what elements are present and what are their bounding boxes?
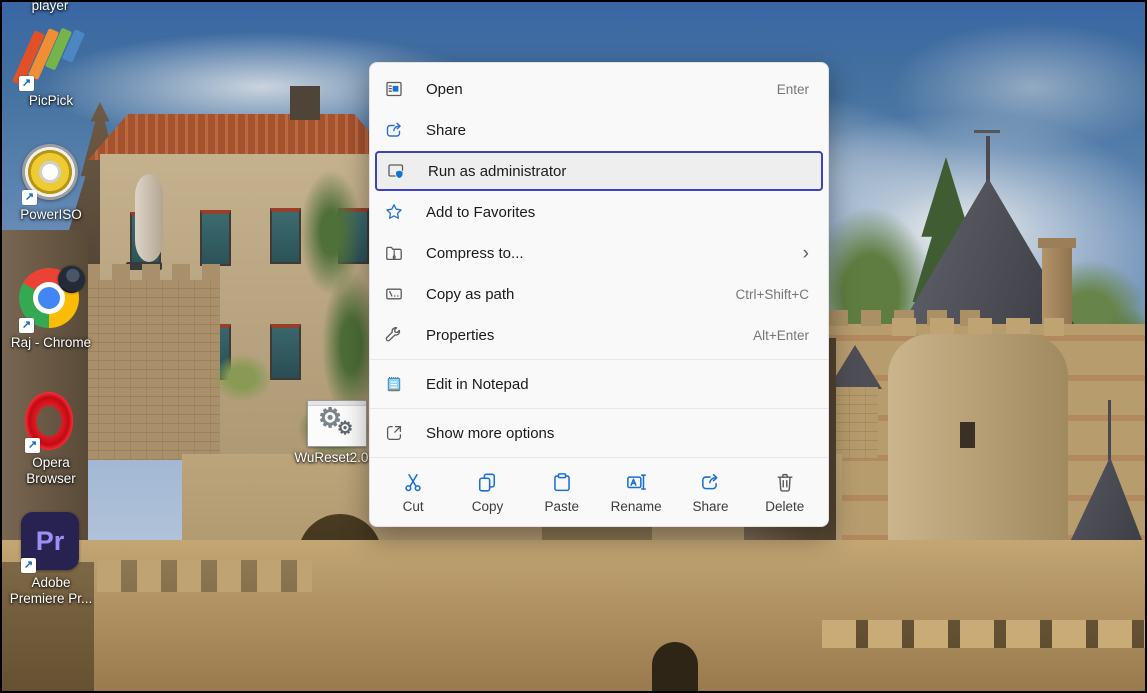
menu-separator: [370, 457, 828, 458]
desktop-icon-label: PicPick: [8, 93, 94, 109]
menu-separator: [370, 359, 828, 360]
quick-action-label: Share: [692, 499, 728, 514]
desktop-icon-label: Opera Browser: [8, 455, 94, 488]
menu-item-label: Copy as path: [426, 286, 514, 303]
premiere-icon: Pr ↗: [21, 512, 81, 572]
quick-action-label: Delete: [765, 499, 804, 514]
shortcut-arrow-icon: ↗: [19, 76, 34, 91]
menu-item-label: Edit in Notepad: [426, 376, 529, 393]
wallpaper-bartizan: [135, 174, 163, 262]
share-icon: [699, 471, 721, 493]
rename-button[interactable]: Rename: [599, 471, 673, 514]
premiere-glyph: Pr: [36, 526, 65, 557]
menu-item-copy-as-path[interactable]: Copy as path Ctrl+Shift+C: [375, 274, 823, 314]
wallpaper-rampart: [82, 280, 220, 460]
menu-item-run-as-administrator[interactable]: Run as administrator: [375, 151, 823, 191]
share-button[interactable]: Share: [673, 471, 747, 514]
wallpaper-chimney-cap: [1038, 238, 1076, 248]
copy-button[interactable]: Copy: [450, 471, 524, 514]
chrome-icon: ↗: [19, 268, 83, 332]
context-menu: Open Enter Share Run as administra: [369, 62, 829, 527]
copy-as-path-icon: [384, 284, 404, 304]
menu-item-edit-in-notepad[interactable]: Edit in Notepad: [375, 364, 823, 404]
menu-item-shortcut: Enter: [777, 82, 809, 97]
cut-icon: [402, 471, 424, 493]
desktop-icon-label: player: [10, 0, 90, 14]
wallpaper-tower-spire: [1108, 400, 1111, 460]
desktop-icon-chrome[interactable]: ↗ Raj - Chrome: [5, 268, 97, 351]
desktop-icon-player-partial[interactable]: player: [10, 0, 90, 14]
shortcut-arrow-icon: ↗: [22, 190, 37, 205]
menu-item-label: Share: [426, 122, 466, 139]
wallpaper-doorway: [652, 642, 698, 693]
shortcut-arrow-icon: ↗: [25, 438, 40, 453]
menu-item-label: Run as administrator: [428, 163, 566, 180]
desktop-icon-opera[interactable]: ↗ Opera Browser: [8, 392, 94, 488]
paste-button[interactable]: Paste: [525, 471, 599, 514]
gear-icon: ⚙: [337, 418, 353, 439]
menu-item-share[interactable]: Share: [375, 110, 823, 150]
desktop-icon-poweriso[interactable]: ↗ PowerISO: [8, 144, 94, 223]
menu-item-add-to-favorites[interactable]: Add to Favorites: [375, 192, 823, 232]
wallpaper-arrow-slit: [960, 422, 975, 448]
wallpaper-turret: [833, 387, 878, 459]
wallpaper-window: [200, 210, 231, 266]
menu-item-open[interactable]: Open Enter: [375, 69, 823, 109]
poweriso-icon: ↗: [22, 144, 80, 204]
desktop-icon-picpick[interactable]: ↗ PicPick: [8, 28, 94, 109]
wallpaper-window: [270, 208, 301, 264]
menu-item-label: Open: [426, 81, 463, 98]
desktop-icon-label: Adobe Premiere Pr...: [8, 575, 94, 608]
menu-item-label: Properties: [426, 327, 494, 344]
desktop: player ↗ PicPick ↗ PowerISO ↗ Raj - Chro…: [0, 0, 1147, 693]
delete-trash-icon: [774, 471, 796, 493]
submenu-chevron-icon: ›: [803, 244, 809, 263]
wallpaper-bottom-teeth: [822, 620, 1147, 648]
show-more-options-icon: [384, 423, 404, 443]
batch-file-icon: ⚙ ⚙: [307, 400, 367, 447]
wallpaper-mansion-chimney: [290, 86, 320, 120]
shortcut-arrow-icon: ↗: [21, 558, 36, 573]
delete-button[interactable]: Delete: [748, 471, 822, 514]
menu-item-properties[interactable]: Properties Alt+Enter: [375, 315, 823, 355]
quick-action-label: Cut: [403, 499, 424, 514]
opera-icon: ↗: [25, 392, 77, 452]
menu-item-shortcut: Alt+Enter: [753, 328, 809, 343]
copy-icon: [476, 471, 498, 493]
paste-icon: [551, 471, 573, 493]
star-icon: [384, 202, 404, 222]
wallpaper-tower-spire: [986, 136, 990, 182]
rename-icon: [625, 471, 647, 493]
wallpaper-rampart-teeth: [82, 264, 220, 280]
properties-wrench-icon: [384, 325, 404, 345]
menu-item-shortcut: Ctrl+Shift+C: [735, 287, 809, 302]
desktop-icon-premiere[interactable]: Pr ↗ Adobe Premiere Pr...: [8, 512, 94, 608]
open-icon: [384, 79, 404, 99]
compress-icon: [384, 243, 404, 263]
share-icon: [384, 120, 404, 140]
desktop-icon-label: PowerISO: [8, 207, 94, 223]
quick-actions-row: Cut Copy Paste: [370, 462, 828, 526]
desktop-icon-label: Raj - Chrome: [5, 335, 97, 351]
quick-action-label: Paste: [545, 499, 580, 514]
wallpaper-window: [270, 324, 301, 380]
menu-item-compress-to[interactable]: Compress to... ›: [375, 233, 823, 273]
quick-action-label: Rename: [611, 499, 662, 514]
wallpaper-bottom-teeth: [97, 560, 312, 592]
menu-item-label: Add to Favorites: [426, 204, 535, 221]
wallpaper-bush: [212, 354, 272, 402]
menu-separator: [370, 408, 828, 409]
cut-button[interactable]: Cut: [376, 471, 450, 514]
chrome-logo-blue: [38, 287, 60, 309]
profile-avatar: [58, 266, 85, 293]
wallpaper-weathervane: [974, 130, 1000, 133]
notepad-icon: [384, 374, 404, 394]
picpick-icon: ↗: [19, 28, 83, 90]
shortcut-arrow-icon: ↗: [19, 318, 34, 333]
menu-item-show-more-options[interactable]: Show more options: [375, 413, 823, 453]
menu-item-label: Compress to...: [426, 245, 524, 262]
quick-action-label: Copy: [472, 499, 504, 514]
menu-item-label: Show more options: [426, 425, 554, 442]
run-as-administrator-icon: [386, 161, 406, 181]
